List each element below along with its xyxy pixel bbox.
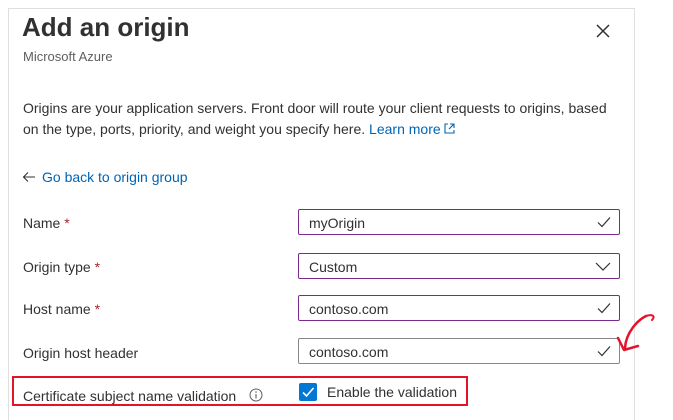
name-input[interactable]: myOrigin xyxy=(298,209,620,235)
arrow-left-icon xyxy=(22,172,35,182)
close-button[interactable] xyxy=(592,20,614,42)
chevron-down-icon xyxy=(595,262,611,271)
page-subtitle: Microsoft Azure xyxy=(23,49,113,64)
learn-more-link[interactable]: Learn more xyxy=(369,121,456,137)
annotation-arrow-icon xyxy=(616,314,655,352)
page-title: Add an origin xyxy=(22,12,190,42)
description: Origins are your application servers. Fr… xyxy=(23,98,623,140)
host-name-label: Host name * xyxy=(23,301,101,317)
highlight-box xyxy=(12,376,468,406)
host-name-input[interactable]: contoso.com xyxy=(298,295,620,321)
origin-host-header-input[interactable]: contoso.com xyxy=(298,338,620,364)
checkmark-icon xyxy=(597,303,611,314)
checkmark-icon xyxy=(597,217,611,228)
description-text: Origins are your application servers. Fr… xyxy=(23,100,607,137)
close-icon xyxy=(596,24,610,38)
name-label: Name * xyxy=(23,215,70,231)
back-to-origin-group-link[interactable]: Go back to origin group xyxy=(22,169,188,185)
external-link-icon xyxy=(444,123,455,134)
checkmark-icon xyxy=(597,346,611,357)
origin-host-header-label: Origin host header xyxy=(23,345,139,361)
origin-type-label: Origin type * xyxy=(23,259,101,275)
origin-type-select[interactable]: Custom xyxy=(298,253,620,279)
